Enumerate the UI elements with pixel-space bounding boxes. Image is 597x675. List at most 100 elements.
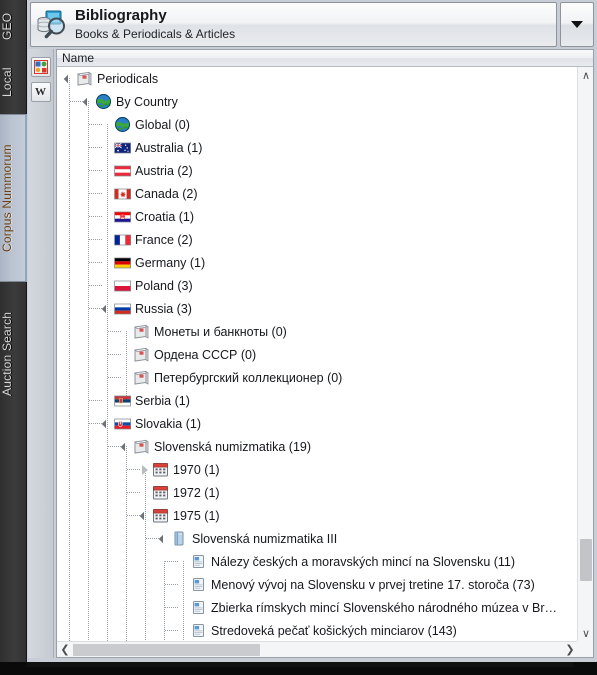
tree-row[interactable]: Germany (1) [57, 251, 578, 274]
tree-row-label: Slovenská numizmatika (19) [154, 439, 312, 454]
article-icon [190, 622, 207, 639]
flag-france-icon [114, 231, 131, 248]
tree-row-indent [57, 274, 101, 297]
expander-placeholder [101, 113, 114, 136]
expander-open-icon[interactable] [63, 67, 76, 90]
vertical-scroll-thumb[interactable] [580, 539, 592, 581]
tree-row-label: By Country [116, 94, 178, 109]
tree-row[interactable]: Slovakia (1) [57, 412, 578, 435]
folder-periodical-icon [133, 438, 150, 455]
expander-open-icon[interactable] [82, 90, 95, 113]
expander-open-icon[interactable] [158, 527, 171, 550]
expander-collapsed-icon[interactable] [139, 458, 152, 481]
scroll-down-button[interactable]: ∨ [578, 625, 593, 642]
chart-icon [33, 60, 48, 74]
sidebar-tab-geo[interactable]: GEO [0, 0, 27, 52]
tree-row-indent [57, 458, 139, 481]
tree-row[interactable]: Canada (2) [57, 182, 578, 205]
wikipedia-tool-button[interactable]: W [30, 82, 51, 102]
tree-row-indent [57, 113, 101, 136]
tree-row-indent [57, 481, 139, 504]
tree-row[interactable]: Croatia (1) [57, 205, 578, 228]
expander-placeholder [177, 596, 190, 619]
horizontal-scrollbar[interactable]: ❮ ❯ [57, 641, 578, 657]
tree-row[interactable]: Russia (3) [57, 297, 578, 320]
tree-row-indent [57, 297, 101, 320]
horizontal-scroll-thumb[interactable] [73, 644, 260, 656]
expander-placeholder [101, 182, 114, 205]
tree-row[interactable]: 1972 (1) [57, 481, 578, 504]
tree-row[interactable]: Stredoveká pečať košických minciarov (14… [57, 619, 578, 642]
tree-row-label: Slovenská numizmatika III [192, 531, 338, 546]
sidebar-tab-local[interactable]: Local [0, 52, 27, 112]
tree-row[interactable]: Zbierka rímskych mincí Slovenského národ… [57, 596, 578, 619]
tree-row[interactable]: By Country [57, 90, 578, 113]
chevron-down-icon: ∨ [581, 627, 591, 640]
tree-row[interactable]: Austria (2) [57, 159, 578, 182]
expander-placeholder [101, 389, 114, 412]
tree-row[interactable]: Монеты и банкноты (0) [57, 320, 578, 343]
tree-row[interactable]: 1970 (1) [57, 458, 578, 481]
tree-row-label: 1975 (1) [173, 508, 220, 523]
expander-placeholder [177, 619, 190, 642]
tree-row[interactable]: Serbia (1) [57, 389, 578, 412]
tree-row[interactable]: Australia (1) [57, 136, 578, 159]
scroll-right-button[interactable]: ❯ [562, 642, 578, 658]
vertical-scrollbar[interactable]: ∧ ∨ [577, 67, 593, 642]
tree-row-label: Poland (3) [135, 278, 193, 293]
expander-placeholder [101, 205, 114, 228]
tree-row-indent [57, 596, 177, 619]
tree-row-label: Петербургский коллекционер (0) [154, 370, 343, 385]
tree-row[interactable]: Петербургский коллекционер (0) [57, 366, 578, 389]
tree-row[interactable]: Slovenská numizmatika III [57, 527, 578, 550]
tree-row-indent [57, 159, 101, 182]
tree-row[interactable]: Periodicals [57, 67, 578, 90]
chart-tool-button[interactable] [30, 57, 51, 77]
tree-row-label: Serbia (1) [135, 393, 190, 408]
expander-open-icon[interactable] [101, 297, 114, 320]
page-title: Bibliography [75, 7, 167, 25]
expander-open-icon[interactable] [120, 435, 133, 458]
tree-row-label: Stredoveká pečať košických minciarov (14… [211, 623, 457, 638]
vertical-tab-strip: GEO Local Corpus Nummorum Auction Search [0, 0, 27, 668]
tree-row-indent [57, 320, 120, 343]
expander-placeholder [101, 136, 114, 159]
calendar-icon [152, 484, 169, 501]
flag-croatia-icon [114, 208, 131, 225]
tree-row-label: Global (0) [135, 117, 190, 132]
tree-row-label: Australia (1) [135, 140, 203, 155]
tree-row[interactable]: France (2) [57, 228, 578, 251]
tree-row[interactable]: Global (0) [57, 113, 578, 136]
tree-row-indent [57, 90, 82, 113]
tree-row[interactable]: Ордена СССР (0) [57, 343, 578, 366]
tree-row-indent [57, 412, 101, 435]
tree-row[interactable]: Menový vývoj na Slovensku v prvej tretin… [57, 573, 578, 596]
flag-austria-icon [114, 162, 131, 179]
sidebar-tab-auction-search[interactable]: Auction Search [0, 284, 27, 424]
header-dropdown-button[interactable] [560, 2, 594, 47]
sidebar-tab-corpus-nummorum[interactable]: Corpus Nummorum [0, 114, 27, 282]
flag-poland-icon [114, 277, 131, 294]
title-block: Bibliography Books & Periodicals & Artic… [75, 8, 235, 40]
tree-row-label: Nálezy českých a moravských mincí na Slo… [211, 554, 516, 569]
expander-placeholder [177, 573, 190, 596]
tree-row-label: Austria (2) [135, 163, 193, 178]
expander-open-icon[interactable] [139, 504, 152, 527]
tree-row-indent [57, 251, 101, 274]
expander-open-icon[interactable] [101, 412, 114, 435]
globe-icon [95, 93, 112, 110]
article-icon [190, 576, 207, 593]
tree-rows-container[interactable]: Periodicals By Country Global (0) Australia… [57, 67, 578, 642]
tree-row[interactable]: Nálezy českých a moravských mincí na Slo… [57, 550, 578, 573]
tree-column-header-name: Name [62, 51, 95, 65]
flag-serbia-icon [114, 392, 131, 409]
expander-placeholder [101, 228, 114, 251]
tree-row[interactable]: Poland (3) [57, 274, 578, 297]
scroll-left-button[interactable]: ❮ [57, 642, 73, 658]
page-subtitle: Books & Periodicals & Articles [75, 26, 236, 41]
scroll-up-button[interactable]: ∧ [578, 67, 593, 84]
tree-row[interactable]: Slovenská numizmatika (19) [57, 435, 578, 458]
folder-periodical-icon [133, 369, 150, 386]
tree-row[interactable]: 1975 (1) [57, 504, 578, 527]
tree-column-header[interactable]: Name [57, 50, 593, 67]
